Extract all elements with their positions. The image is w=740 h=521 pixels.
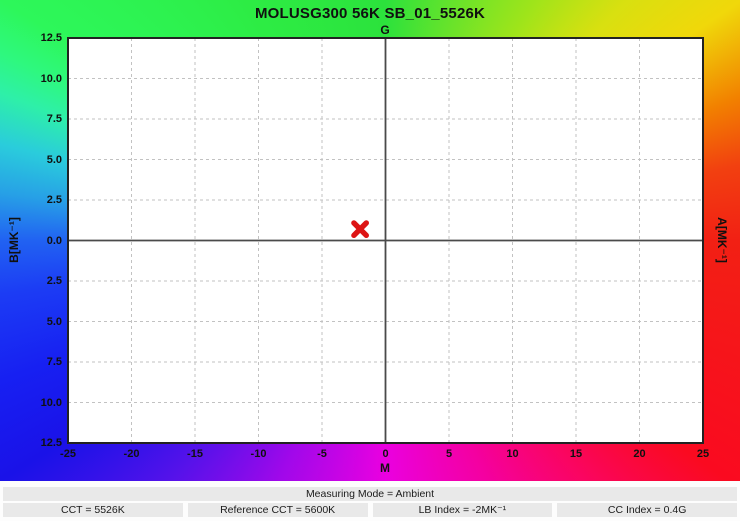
y-tick-label: 7.5 <box>0 355 62 369</box>
y-tick-label: 2.5 <box>0 274 62 288</box>
y-tick-label: 12.5 <box>0 436 62 450</box>
color-meter-report: MOLUSG300 56K SB_01_5526K G -25-20-15-10… <box>0 0 740 521</box>
status-cell-cc-index: CC Index = 0.4G <box>557 503 737 517</box>
status-cell-reference-cct: Reference CCT = 5600K <box>188 503 368 517</box>
status-cell-cct: CCT = 5526K <box>3 503 183 517</box>
y-tick-label: 5.0 <box>0 315 62 329</box>
y-tick-label: 12.5 <box>0 31 62 45</box>
y-tick-label: 7.5 <box>0 112 62 126</box>
cc-lb-chart <box>0 0 740 481</box>
y-tick-label: 10.0 <box>0 396 62 410</box>
y-tick-label: 10.0 <box>0 72 62 86</box>
x-tick-label: -20 <box>110 448 154 460</box>
blue-axis-label: B[MK⁻¹] <box>7 217 21 263</box>
measuring-mode-bar: Measuring Mode = Ambient <box>3 487 737 501</box>
status-cell-lb-index: LB Index = -2MK⁻¹ <box>373 503 553 517</box>
status-row: CCT = 5526K Reference CCT = 5600K LB Ind… <box>3 503 737 517</box>
y-tick-label: 2.5 <box>0 193 62 207</box>
x-tick-label: 0 <box>364 448 408 460</box>
x-tick-label: 5 <box>427 448 471 460</box>
magenta-axis-label: M <box>380 461 390 475</box>
x-tick-label: -5 <box>300 448 344 460</box>
x-tick-label: 15 <box>554 448 598 460</box>
amber-axis-label: A[MK⁻¹] <box>715 217 729 263</box>
x-tick-label: 10 <box>491 448 535 460</box>
x-tick-label: -15 <box>173 448 217 460</box>
x-tick-label: 20 <box>618 448 662 460</box>
y-tick-label: 5.0 <box>0 153 62 167</box>
x-tick-label: -10 <box>237 448 281 460</box>
status-footer: Measuring Mode = Ambient CCT = 5526K Ref… <box>0 481 740 521</box>
x-tick-label: 25 <box>681 448 725 460</box>
